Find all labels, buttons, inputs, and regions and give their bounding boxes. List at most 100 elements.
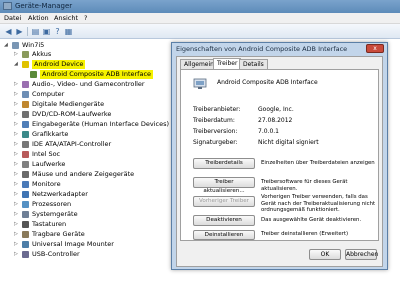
close-button[interactable]: x [366,44,384,53]
usb-device-icon [193,78,207,89]
expand-icon[interactable]: ▷ [14,170,20,179]
expand-icon[interactable]: ▷ [14,160,20,169]
expand-icon[interactable]: ▷ [14,100,20,109]
tree-item-label: Digitale Mediengeräte [32,100,105,108]
uninstall-desc: Treiber deinstallieren (Erweitert) [261,231,349,237]
tree-item-label: Laufwerke [32,160,66,168]
tree-item-label: Netzwerkadapter [32,190,88,198]
cancel-button[interactable]: Abbrechen [345,249,378,260]
menu-datei[interactable]: Datei [4,14,21,22]
tree-item-label: DVD/CD-ROM-Laufwerke [32,110,112,118]
expand-icon[interactable]: ▷ [14,130,20,139]
expand-icon[interactable]: ▷ [14,250,20,259]
device-category-icon [22,241,29,248]
tree-item-label: Android Composite ADB Interface [40,70,154,79]
menu-help[interactable]: ? [84,14,87,22]
device-category-icon [22,91,29,98]
device-category-icon [22,211,29,218]
expand-icon[interactable]: ▷ [14,50,20,59]
tree-root-label: Win7i5 [22,41,45,49]
device-name: Android Composite ADB Interface [217,79,318,86]
expand-icon[interactable]: ▷ [14,150,20,159]
menu-bar: Datei Aktion Ansicht ? [0,13,400,24]
prop-key: Treiberversion: [193,128,238,135]
menu-aktion[interactable]: Aktion [28,14,49,22]
device-category-icon [22,231,29,238]
device-category-icon [22,61,29,68]
device-category-icon [22,191,29,198]
tree-item-label: Grafikkarte [32,130,69,138]
collapse-icon[interactable]: ◢ [4,41,10,50]
collapse-icon[interactable]: ◢ [14,60,20,69]
tree-item-label: Tastaturen [32,220,67,228]
prop-key: Signaturgeber: [193,139,238,146]
back-icon[interactable]: ◀ [4,27,13,36]
properties-icon[interactable]: ▣ [42,27,51,36]
disable-desc: Das ausgewählte Gerät deaktivieren. [261,217,362,223]
device-category-icon [22,131,29,138]
device-category-icon [22,221,29,228]
device-category-icon [22,161,29,168]
expand-icon[interactable]: ▷ [14,180,20,189]
device-category-icon [22,111,29,118]
update-driver-button[interactable]: Treiber aktualisieren... [193,177,255,194]
rollback-driver-button[interactable]: Vorheriger Treiber [193,196,255,207]
tree-item-label: Akkus [32,50,52,58]
prop-value: Nicht digital signiert [258,139,319,146]
window-title: Geräte-Manager [15,2,73,10]
tree-item-label: Intel Soc [32,150,61,158]
expand-icon[interactable]: ▷ [14,140,20,149]
tree-view-icon[interactable]: ▤ [31,27,40,36]
tree-item-label: IDE ATA/ATAPI-Controller [32,140,112,148]
help-icon[interactable]: ? [53,27,62,36]
tree-item-label: Computer [32,90,65,98]
expand-icon[interactable]: ▷ [14,190,20,199]
device-category-icon [22,141,29,148]
expand-icon[interactable]: ▷ [14,210,20,219]
expand-icon[interactable]: ▷ [14,80,20,89]
toolbar-separator [27,27,28,36]
driver-details-desc: Einzelheiten über Treiberdateien anzeige… [261,160,375,166]
rollback-driver-desc: Vorherigen Treiber verwenden, falls das … [261,194,376,213]
tree-item-label: Universal Image Mounter [32,240,114,248]
computer-icon [12,42,19,49]
tree-item-label: Prozessoren [32,200,72,208]
device-manager-window: Geräte-Manager Datei Aktion Ansicht ? ◀ … [0,0,400,294]
device-category-icon [22,201,29,208]
menu-ansicht[interactable]: Ansicht [54,14,78,22]
expand-icon[interactable]: ▷ [14,200,20,209]
device-manager-icon [3,2,12,10]
expand-icon[interactable]: ▷ [14,120,20,129]
driver-tab-panel: Android Composite ADB Interface Treibera… [180,69,379,241]
expand-icon[interactable]: ▷ [14,240,20,249]
device-category-icon [22,171,29,178]
tree-item-label: USB-Controller [32,250,80,258]
expand-icon[interactable]: ▷ [14,90,20,99]
title-bar[interactable]: Geräte-Manager [0,0,400,13]
uninstall-button[interactable]: Deinstallieren [193,230,255,240]
driver-details-button[interactable]: Treiberdetails [193,158,255,169]
disable-button[interactable]: Deaktivieren [193,215,255,226]
prop-key: Treiberdatum: [193,117,235,124]
tree-item-label: Monitore [32,180,61,188]
ok-button[interactable]: OK [309,249,341,260]
device-category-icon [22,81,29,88]
expand-icon[interactable]: ▷ [14,230,20,239]
device-category-icon [22,51,29,58]
tree-item-label: Tragbare Geräte [32,230,85,238]
expand-icon[interactable]: ▷ [14,110,20,119]
device-category-icon [22,101,29,108]
dialog-title: Eigenschaften von Android Composite ADB … [176,45,348,53]
tree-item-label: Audio-, Video- und Gamecontroller [32,80,145,88]
properties-dialog: Eigenschaften von Android Composite ADB … [171,42,388,270]
forward-icon[interactable]: ▶ [15,27,24,36]
device-category-icon [22,121,29,128]
expand-icon[interactable]: ▷ [14,220,20,229]
scan-hardware-icon[interactable]: ▦ [64,27,73,36]
device-category-icon [22,151,29,158]
dialog-body: Allgemein Treiber Details Android Compos… [176,56,383,267]
tree-item-label: Android Device [32,60,86,69]
prop-value: 7.0.0.1 [258,128,279,135]
update-driver-desc: Treibersoftware für dieses Gerät aktuali… [261,179,348,192]
device-category-icon [30,71,37,78]
